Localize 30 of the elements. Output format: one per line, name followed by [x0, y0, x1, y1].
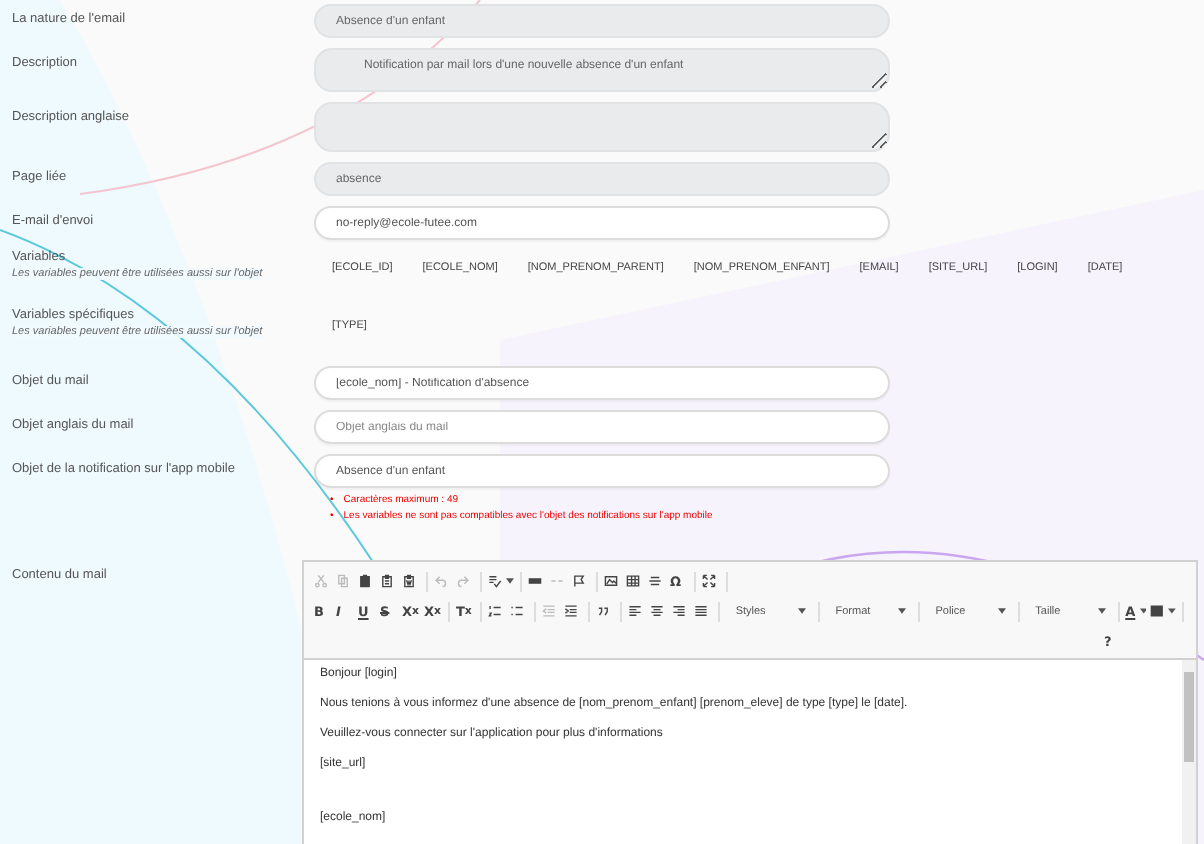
caret-icon	[997, 608, 1006, 614]
spellcheck-icon	[488, 574, 502, 588]
justify-icon	[693, 604, 708, 618]
flag-icon	[572, 574, 586, 588]
scissors-icon	[314, 574, 328, 588]
horizontal-line-icon	[648, 574, 662, 588]
numbered-list-icon	[487, 604, 502, 618]
undo-icon	[434, 574, 448, 588]
image-icon	[604, 574, 618, 588]
outdent-icon	[541, 604, 556, 618]
caret-icon	[897, 608, 906, 614]
redo-icon	[456, 574, 470, 588]
align-center-icon	[649, 604, 664, 618]
align-right-icon	[671, 604, 686, 618]
table-icon	[626, 574, 640, 588]
caret-icon	[1139, 608, 1147, 614]
paste-text-icon	[380, 574, 394, 588]
align-left-icon	[627, 604, 642, 618]
caret-icon	[506, 578, 514, 584]
caret-icon	[1097, 608, 1106, 614]
maximize-icon	[702, 574, 716, 588]
caret-icon	[1168, 608, 1176, 614]
caret-icon	[797, 608, 806, 614]
paste-word-icon	[402, 574, 416, 588]
scrollbar[interactable]	[1182, 660, 1196, 844]
copy-icon	[336, 574, 350, 588]
indent-icon	[563, 604, 578, 618]
quote-icon	[595, 604, 610, 618]
paste-icon	[358, 574, 372, 588]
bulleted-list-icon	[509, 604, 524, 618]
